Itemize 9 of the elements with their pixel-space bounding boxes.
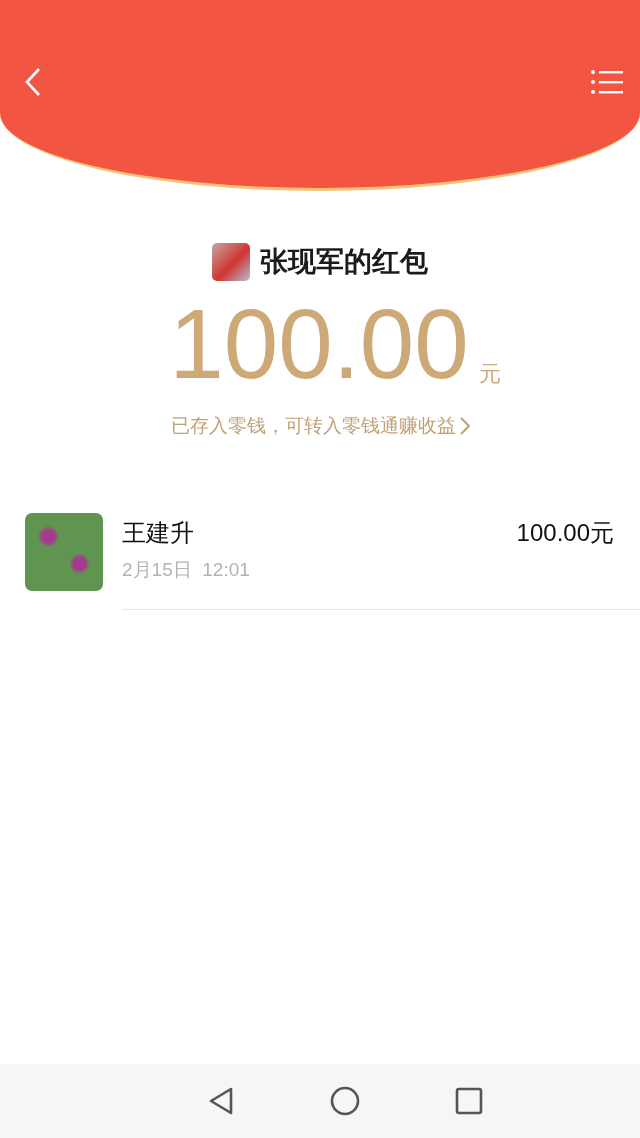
chevron-icon: [459, 417, 470, 435]
packet-title: 张现军的红包: [260, 244, 428, 280]
receive-time: 2月15日 12:01: [122, 558, 251, 582]
balance-link[interactable]: 已存入零钱，可转入零钱通赚收益: [170, 413, 470, 439]
sender-avatar: [212, 243, 250, 281]
received-amount: 100.00元: [516, 518, 614, 548]
receiver-name: 王建升: [122, 518, 195, 549]
amount-unit: 元: [478, 360, 501, 388]
packet-amount: 100.00: [169, 295, 469, 393]
